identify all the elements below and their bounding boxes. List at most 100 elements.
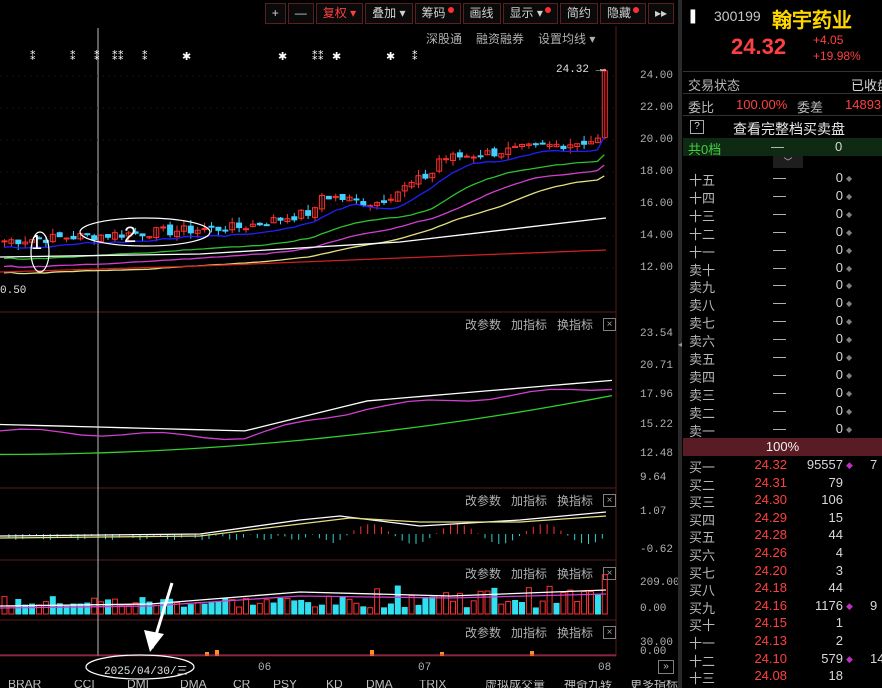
indicator-tab[interactable]: 虚拟成交量: [485, 680, 545, 688]
indicator-tab[interactable]: CCI: [74, 680, 95, 688]
huanzhi-link[interactable]: 换指标: [557, 316, 593, 333]
event-marker[interactable]: ⁑: [70, 50, 76, 63]
volume-bar: [367, 607, 374, 615]
nav-back-icon[interactable]: ❚: [687, 7, 699, 24]
event-marker[interactable]: ✱: [182, 51, 191, 63]
indicator-tab[interactable]: 更多指标: [630, 680, 678, 688]
buy-level-row[interactable]: 买四 24.29 15: [683, 510, 882, 528]
buy-level-row[interactable]: 十三 24.08 18: [683, 668, 882, 686]
huaxian-button[interactable]: 画线: [462, 3, 501, 24]
indicator-tab[interactable]: TRIX: [419, 680, 446, 688]
indicator-tab[interactable]: DMA: [180, 680, 207, 688]
gaican-link[interactable]: 改参数: [465, 492, 501, 509]
event-marker[interactable]: ✱: [278, 51, 287, 63]
sell-level-row[interactable]: 十五 — 0 ◆: [683, 170, 882, 188]
fuquan-dropdown[interactable]: 复权 ▾: [315, 3, 364, 24]
candle-body: [201, 228, 208, 231]
rongzi-link[interactable]: 融资融券: [476, 30, 524, 47]
help-icon[interactable]: ?: [690, 120, 704, 134]
buy-level-row[interactable]: 买一 24.32 95557 ◆ 7: [683, 457, 882, 475]
huanzhi-link[interactable]: 换指标: [557, 492, 593, 509]
indicator-tab[interactable]: KD: [326, 680, 343, 688]
event-marker[interactable]: ✱: [332, 51, 341, 63]
indicator-tab[interactable]: 神奇九转: [564, 680, 612, 688]
xianshi-dropdown[interactable]: 显示 ▾: [502, 3, 558, 24]
sell-level-row[interactable]: 卖六 — 0 ◆: [683, 331, 882, 349]
buy-level-row[interactable]: 买九 24.16 1176 ◆ 9: [683, 598, 882, 616]
level-price: —: [773, 205, 786, 221]
close-icon[interactable]: ×: [603, 318, 616, 331]
buy-level-row[interactable]: 买八 24.18 44: [683, 580, 882, 598]
event-marker[interactable]: ⁑: [118, 50, 124, 63]
buy-level-row[interactable]: 买七 24.20 3: [683, 563, 882, 581]
chart-area[interactable]: ⁑ ⁑ ⁑ ⁑ ⁑ ⁑ ✱ ✱ ⁑ ⁑ ✱ ✱ ⁑ + — 复权 ▾ 叠加 ▾ 筹码 画线 显示 ▾ 简…: [0, 0, 680, 688]
expand-down-icon[interactable]: ﹀: [773, 156, 803, 168]
zoom-out-button[interactable]: —: [287, 3, 314, 24]
buy-level-row[interactable]: 十一 24.13 2: [683, 633, 882, 651]
kline-chart[interactable]: ⁑ ⁑ ⁑ ⁑ ⁑ ⁑ ✱ ✱ ⁑ ⁑ ✱ ✱ ⁑: [0, 0, 678, 688]
sell-level-row[interactable]: 卖七 — 0 ◆: [683, 313, 882, 331]
indicator-tab[interactable]: DMI: [127, 680, 149, 688]
full-book-link[interactable]: 查看完整档买卖盘: [733, 119, 845, 139]
huanzhi-link[interactable]: 换指标: [557, 624, 593, 641]
scroll-right-icon[interactable]: »: [658, 660, 674, 674]
event-marker[interactable]: ⁑: [412, 50, 418, 63]
shengutong-link[interactable]: 深股通: [426, 30, 462, 47]
sell-level-row[interactable]: 十四 — 0 ◆: [683, 188, 882, 206]
close-icon[interactable]: ×: [603, 626, 616, 639]
candle-body: [325, 195, 332, 200]
gaican-link[interactable]: 改参数: [465, 565, 501, 582]
indicator-tab[interactable]: DMA: [366, 680, 393, 688]
junxian-link[interactable]: 设置均线 ▾: [538, 30, 595, 47]
low-price-label: 0.50: [0, 285, 27, 297]
sell-level-row[interactable]: 十三 — 0 ◆: [683, 206, 882, 224]
event-marker[interactable]: ⁑: [94, 50, 100, 63]
volume-bar: [505, 600, 512, 615]
buy-level-row[interactable]: 买十 24.15 1: [683, 615, 882, 633]
buy-level-row[interactable]: 买二 24.31 79: [683, 475, 882, 493]
buy-level-row[interactable]: 十二 24.10 579 ◆ 14: [683, 651, 882, 669]
axis-tick: 209.00: [640, 577, 680, 589]
jiazhi-link[interactable]: 加指标: [511, 565, 547, 582]
sell-level-row[interactable]: 十一 — 0 ◆: [683, 242, 882, 260]
sell-level-row[interactable]: 卖三 — 0 ◆: [683, 385, 882, 403]
close-icon[interactable]: ×: [603, 567, 616, 580]
sell-level-row[interactable]: 卖二 — 0 ◆: [683, 403, 882, 421]
indicator-tab[interactable]: PSY: [273, 680, 297, 688]
sell-level-row[interactable]: 卖八 — 0 ◆: [683, 295, 882, 313]
chouma-button[interactable]: 筹码: [414, 3, 461, 24]
jiazhi-link[interactable]: 加指标: [511, 624, 547, 641]
weibi-value: 100.00%: [736, 97, 788, 112]
indicator-tab[interactable]: BRAR: [8, 680, 41, 688]
event-marker[interactable]: ⁑: [30, 50, 36, 63]
sell-level-row[interactable]: 卖四 — 0 ◆: [683, 367, 882, 385]
jiazhi-link[interactable]: 加指标: [511, 492, 547, 509]
indicator-tab[interactable]: CR: [233, 680, 250, 688]
event-marker[interactable]: ⁑: [318, 50, 324, 63]
event-marker[interactable]: ✱: [386, 51, 395, 63]
collapse-handle-icon[interactable]: ◂: [678, 340, 682, 349]
buy-level-row[interactable]: 买五 24.28 44: [683, 527, 882, 545]
level-volume: 0: [835, 384, 843, 400]
yincang-button[interactable]: 隐藏: [599, 3, 646, 24]
zoom-in-button[interactable]: +: [264, 3, 286, 24]
sell-level-row[interactable]: 卖九 — 0 ◆: [683, 277, 882, 295]
jiazhi-link[interactable]: 加指标: [511, 316, 547, 333]
buy-level-row[interactable]: 买六 24.26 4: [683, 545, 882, 563]
gaican-link[interactable]: 改参数: [465, 624, 501, 641]
sell-level-row[interactable]: 十二 — 0 ◆: [683, 224, 882, 242]
gaican-link[interactable]: 改参数: [465, 316, 501, 333]
event-marker[interactable]: ⁑: [142, 50, 148, 63]
buy-level-row[interactable]: 买三 24.30 106: [683, 492, 882, 510]
sell-level-row[interactable]: 卖十 — 0 ◆: [683, 260, 882, 278]
huanzhi-link[interactable]: 换指标: [557, 565, 593, 582]
diamond-icon: ◆: [846, 388, 853, 398]
panel-divider[interactable]: ◂: [678, 0, 682, 688]
close-icon[interactable]: ×: [603, 494, 616, 507]
diejia-dropdown[interactable]: 叠加 ▾: [365, 3, 413, 24]
sell-level-row[interactable]: 卖一 — 0 ◆: [683, 421, 882, 439]
expand-icon[interactable]: ▸▸: [647, 3, 674, 24]
jianyue-button[interactable]: 简约: [559, 3, 598, 24]
sell-level-row[interactable]: 卖五 — 0 ◆: [683, 349, 882, 367]
month-06: 06: [258, 662, 272, 674]
